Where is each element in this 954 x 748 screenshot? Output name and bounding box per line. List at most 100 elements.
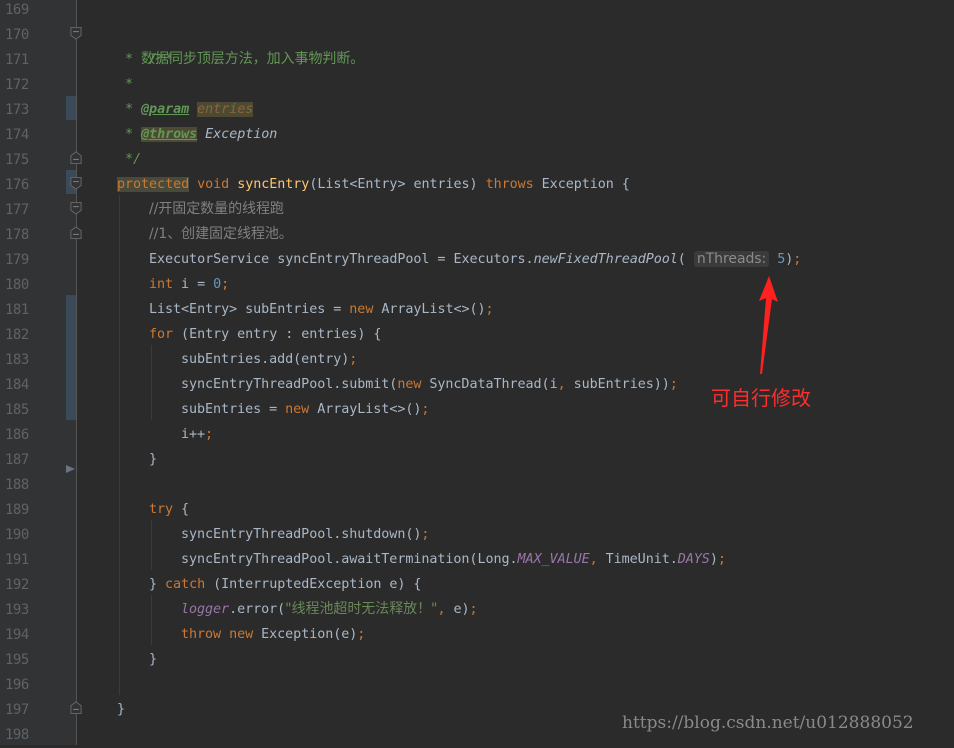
code-text: syncEntryThreadPool.awaitTermination(Lon… [181,552,518,567]
annotation-text: 可自行修改 [711,386,811,410]
line-number: 181 [5,302,29,318]
code-text: subEntries = [181,402,286,417]
code-line[interactable]: //1、创建固定线程池。 [149,222,293,247]
line-number: 187 [5,452,29,468]
semicolon: ; [717,552,726,567]
code-line[interactable]: * 数据同步顶层方法，加入事物判断。 [117,47,364,72]
vcs-change-marker[interactable] [66,295,76,420]
code-line[interactable]: List<Entry> subEntries = new ArrayList<>… [149,297,494,322]
code-text: } [149,577,166,592]
line-number: 189 [5,502,29,518]
semicolon: ; [669,377,678,392]
code-text: syncEntryThreadPool.shutdown() [181,527,422,542]
code-line[interactable]: subEntries = new ArrayList<>(); [181,397,429,422]
code-line[interactable]: i++; [181,422,213,447]
code-text: subEntries)) [565,377,670,392]
indent-guide [151,520,152,570]
fold-collapse-icon[interactable] [70,27,82,40]
method-name: syncEntry [237,177,310,192]
gutter-separator [76,0,77,745]
line-number: 169 [5,2,29,18]
code-text: syncEntryThreadPool.submit( [181,377,398,392]
line-number: 190 [5,527,29,543]
code-text: e) [445,602,470,617]
code-line[interactable]: ExecutorService syncEntryThreadPool = Ex… [149,247,801,272]
code-line[interactable]: throw new Exception(e); [181,622,365,647]
code-line[interactable]: syncEntryThreadPool.awaitTermination(Lon… [181,547,726,572]
code-line[interactable]: syncEntryThreadPool.shutdown(); [181,522,429,547]
javadoc-description: 数据同步顶层方法，加入事物判断。 [141,51,365,67]
semicolon: ; [421,402,430,417]
code-text: ArrayList<>() [373,302,486,317]
code-text: List<Entry> subEntries = [149,302,350,317]
semicolon: ; [221,277,230,292]
line-number: 191 [5,552,29,568]
fold-end-icon[interactable] [70,151,82,164]
code-line[interactable]: */ [117,147,141,172]
line-number: 174 [5,127,29,143]
semicolon: ; [469,602,478,617]
code-line[interactable]: syncEntryThreadPool.submit(new SyncDataT… [181,372,678,397]
keyword: new [285,402,310,417]
line-number: 198 [5,727,29,743]
fold-collapse-icon[interactable] [70,202,82,215]
code-line[interactable]: } catch (InterruptedException e) { [149,572,421,597]
fold-end-icon[interactable] [70,701,82,714]
watermark: https://blog.csdn.net/u012888052 [622,713,914,733]
code-line[interactable]: * [117,72,133,97]
static-field: MAX_VALUE [517,552,590,567]
line-comment: //开固定数量的线程跑 [149,201,284,217]
code-line[interactable]: for (Entry entry : entries) { [149,322,381,347]
javadoc-throws-ref: Exception [205,127,278,142]
line-number: 179 [5,252,29,268]
indent-guide [151,595,152,645]
javadoc-param-tag: @param [141,102,190,117]
code-line[interactable]: * @throws Exception [117,122,277,147]
line-number: 170 [5,27,29,43]
line-number: 173 [5,102,29,118]
code-line[interactable]: try { [149,497,189,522]
code-line[interactable]: * @param entries [117,97,253,122]
indent-guide [119,195,120,695]
red-arrow-annotation [759,276,778,374]
javadoc-close: */ [117,152,142,167]
breakpoint-arrow-icon[interactable] [66,464,76,474]
fold-collapse-icon[interactable] [70,177,82,190]
keyword: protected [117,177,190,192]
line-number: 197 [5,702,29,718]
code-text: ArrayList<>() [309,402,422,417]
method-call: newFixedThreadPool [533,252,678,267]
code-text: TimeUnit. [597,552,678,567]
line-number: 193 [5,602,29,618]
code-line[interactable]: int i = 0; [149,272,229,297]
keyword: catch [165,577,206,592]
code-line[interactable]: protected void syncEntry(List<Entry> ent… [117,172,630,197]
line-number: 177 [5,202,29,218]
static-field: logger [181,602,230,617]
line-number: 171 [5,52,29,68]
line-number: 185 [5,402,29,418]
keyword: throw [181,627,222,642]
comma: , [557,377,566,392]
code-text: } [117,702,126,717]
line-number: 196 [5,677,29,693]
vcs-change-marker[interactable] [66,96,76,120]
code-line[interactable]: } [117,697,125,722]
code-text: ExecutorService syncEntryThreadPool = Ex… [149,252,534,267]
code-line[interactable]: logger.error("线程池超时无法释放！", e); [181,597,478,622]
fold-end-icon[interactable] [70,226,82,239]
line-number: 175 [5,152,29,168]
code-text: Exception(e) [253,627,358,642]
code-text: SyncDataThread(i [421,377,558,392]
code-line[interactable]: //开固定数量的线程跑 [149,197,284,222]
code-text: ( [677,252,686,267]
keyword: throws [485,177,534,192]
code-text: (InterruptedException e) { [205,577,422,592]
semicolon: ; [793,252,802,267]
code-line[interactable]: } [149,447,157,472]
code-line[interactable]: } [149,647,157,672]
line-number: 188 [5,477,29,493]
code-text: } [149,652,158,667]
code-line[interactable]: subEntries.add(entry); [181,347,357,372]
semicolon: ; [485,302,494,317]
